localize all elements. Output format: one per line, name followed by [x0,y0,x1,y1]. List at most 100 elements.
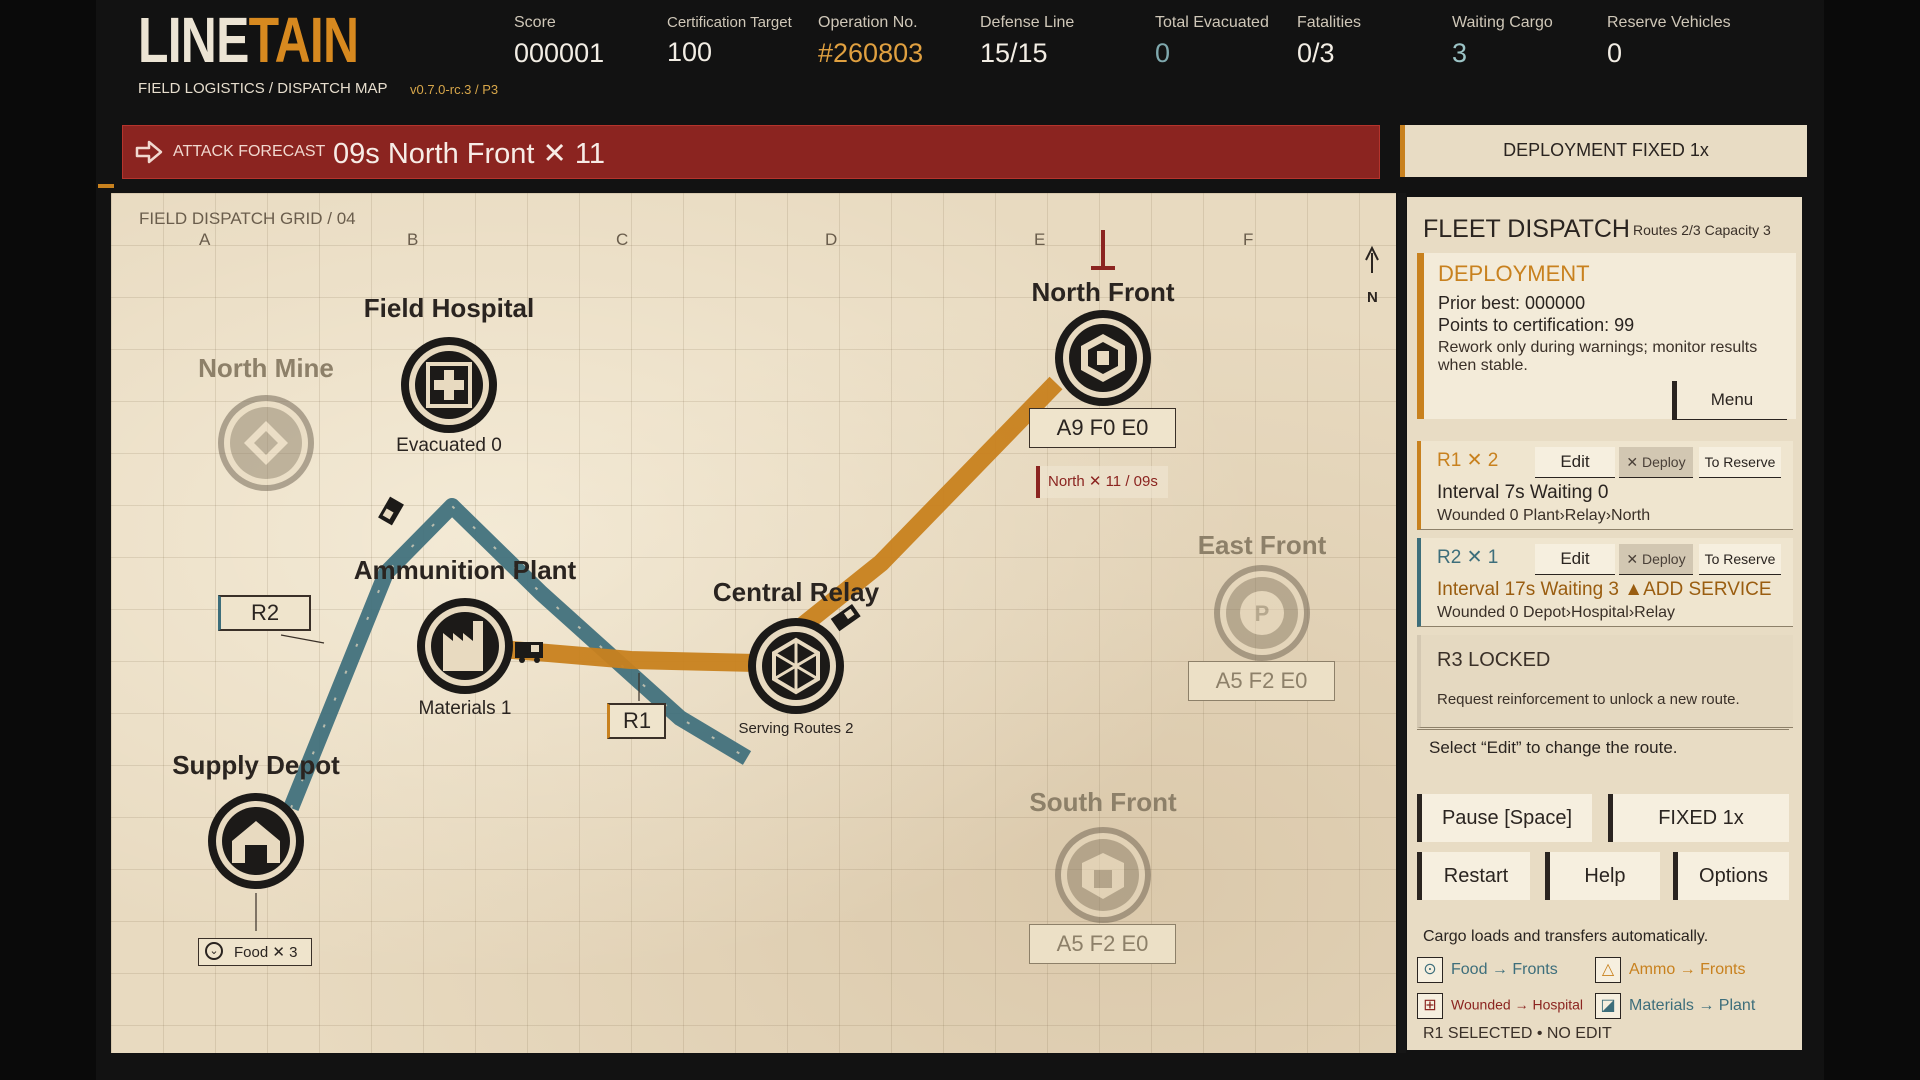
node-supply-depot[interactable] [208,793,304,889]
legend-food: ⊙ Food → Fronts [1417,957,1558,983]
edit-button[interactable]: Edit [1535,447,1615,478]
grid-column-label: A [199,230,211,249]
game-logo: LINETAIN [138,4,359,76]
node-sub-ammunition-plant: Materials 1 [418,698,512,719]
forecast-label: ATTACK FORECAST [173,143,326,160]
svg-text:P: P [1255,601,1270,626]
route-path: Wounded 0 Plant›Relay›North [1437,507,1651,524]
deployment-mode-indicator[interactable]: DEPLOYMENT FIXED 1x [1400,125,1807,177]
route-interval: Interval 17s Waiting 3 ▲ADD SERVICE [1437,579,1772,600]
stat-label: Certification Target [667,14,792,31]
route-path: Wounded 0 Depot›Hospital›Relay [1437,604,1676,621]
restart-button[interactable]: Restart [1417,852,1530,900]
vehicle-r2-icon[interactable] [378,496,404,526]
options-button[interactable]: Options [1673,852,1789,900]
stat-defense-line: Defense Line 15/15 [980,14,1074,69]
prior-best: Prior best: 000000 [1438,293,1586,313]
node-title-ammunition-plant: Ammunition Plant [353,555,577,585]
route-name: R3 LOCKED [1437,649,1551,671]
stat-score: Score 000001 [514,14,604,69]
stat-value: 0 [1607,38,1623,68]
grid-title: FIELD DISPATCH GRID / 04 [139,209,356,228]
deploy-button[interactable]: ✕ Deploy [1619,447,1693,478]
edit-button[interactable]: Edit [1535,544,1615,575]
north-attack-warning: North ✕ 11 / 09s [1036,466,1168,498]
help-button[interactable]: Help [1545,852,1660,900]
pause-button[interactable]: Pause [Space] [1417,794,1592,842]
to-reserve-button[interactable]: To Reserve [1699,447,1781,478]
node-field-hospital[interactable] [401,337,497,433]
panel-title: FLEET DISPATCH [1423,215,1630,243]
ammo-icon: △ [1595,957,1621,983]
grid-column-label: F [1243,230,1254,249]
forecast-value: 09s North Front ✕ 11 [333,138,605,170]
points-to-certification: Points to certification: 99 [1438,315,1635,335]
node-east-front[interactable]: P [1214,565,1310,661]
node-title-field-hospital: Field Hospital [363,293,535,323]
cargo-food-tag: ⌄ Food ✕ 3 [198,938,312,966]
stat-certification-target: Certification Target 100 [667,14,792,68]
grid-column-label: E [1034,230,1046,249]
divider [1417,729,1789,730]
node-central-relay[interactable] [748,618,844,714]
food-icon: ⊙ [1417,957,1443,983]
south-front-status: A5 F2 E0 [1029,924,1176,964]
route-r1-line[interactable] [464,376,1063,672]
stat-waiting-cargo: Waiting Cargo 3 [1452,14,1553,69]
food-icon: ⌄ [205,942,223,960]
node-north-mine[interactable] [218,395,314,491]
stat-label: Waiting Cargo [1452,14,1553,31]
node-title-supply-depot: Supply Depot [172,750,340,780]
speed-button[interactable]: FIXED 1x [1608,794,1789,842]
route-card-r1[interactable]: R1 ✕ 2 Edit ✕ Deploy To Reserve Interval… [1417,441,1793,530]
compass-label: N [1367,289,1378,306]
r2-tag-connector [280,634,325,644]
node-south-front[interactable] [1055,827,1151,923]
stat-label: Reserve Vehicles [1607,14,1731,31]
route-tag-r1[interactable]: R1 [607,703,666,739]
node-title-north-front: North Front [1031,277,1175,307]
materials-icon: ◪ [1595,993,1621,1019]
grid-column-label: D [825,230,838,249]
deployment-card: DEPLOYMENT Prior best: 000000 Points to … [1417,253,1796,420]
route-tag-r2[interactable]: R2 [218,595,311,631]
fleet-dispatch-panel: FLEET DISPATCH Routes 2/3 Capacity 3 DEP… [1407,197,1802,1050]
legend-materials: ◪ Materials → Plant [1595,993,1755,1019]
deployment-note: Rework only during warnings; monitor res… [1438,339,1758,374]
stat-value: 0/3 [1297,38,1335,68]
node-sub-field-hospital: Evacuated 0 [396,435,502,456]
selection-status: R1 SELECTED • NO EDIT [1423,1025,1612,1042]
legend-wounded: ⊞ Wounded → Hospital [1417,993,1583,1019]
node-title-east-front: East Front [1197,530,1327,560]
route-interval: Interval 7s Waiting 0 [1437,482,1609,503]
route-card-r2[interactable]: R2 ✕ 1 Edit ✕ Deploy To Reserve Interval… [1417,538,1793,627]
panel-meta: Routes 2/3 Capacity 3 [1633,222,1771,238]
legend-ammo: △ Ammo → Fronts [1595,957,1745,983]
stat-label: Score [514,14,556,31]
menu-button[interactable]: Menu [1672,381,1787,420]
node-north-front[interactable] [1055,310,1151,406]
stat-operation-no: Operation No. #260803 [818,14,923,69]
stat-value: 000001 [514,38,605,68]
deploy-button[interactable]: ✕ Deploy [1619,544,1693,575]
to-reserve-button[interactable]: To Reserve [1699,544,1781,575]
east-front-status: A5 F2 E0 [1188,661,1335,701]
route-name: R1 ✕ 2 [1437,450,1499,471]
version-label: v0.7.0-rc.3 / P3 [410,82,499,97]
stat-label: Fatalities [1297,14,1362,31]
food-tag-label: Food ✕ 3 [234,944,298,961]
dispatch-map[interactable]: P FIELD DISPATCH GRID / 04 A B C D E F N… [111,193,1396,1053]
accent-tick [98,184,114,188]
stat-total-evacuated: Total Evacuated 0 [1155,14,1269,69]
edit-hint: Select “Edit” to change the route. [1429,738,1678,757]
stat-value: 100 [667,37,713,67]
node-title-north-mine: North Mine [198,353,334,383]
node-title-south-front: South Front [1029,787,1177,817]
stat-label: Total Evacuated [1155,14,1269,31]
node-ammunition-plant[interactable] [417,598,513,694]
cargo-footer: Cargo loads and transfers automatically. [1423,928,1709,945]
stat-value: 0 [1155,38,1171,68]
node-title-central-relay: Central Relay [712,577,880,607]
arrow-right-icon [135,140,163,164]
grid-column-label: C [616,230,629,249]
